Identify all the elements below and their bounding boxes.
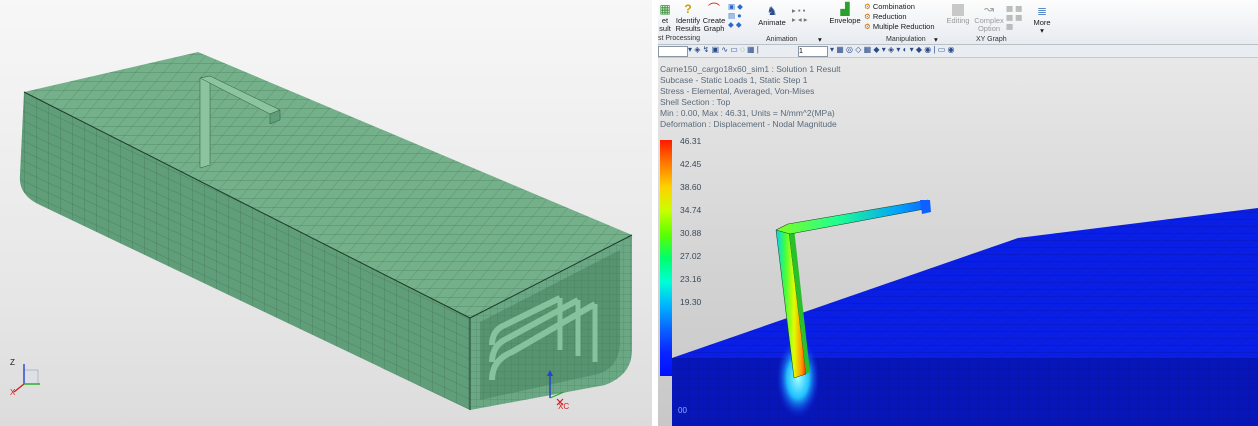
manipulation-group-dropdown[interactable]: ▾ <box>934 35 938 44</box>
wcs-xc-label: XC <box>558 402 570 411</box>
more-button[interactable]: ≣ More ▾ <box>1030 4 1054 35</box>
result-button[interactable]: ▦ et sult <box>658 2 672 33</box>
more-dropdown-icon: ▾ <box>1040 26 1044 35</box>
triad-icon <box>13 364 40 393</box>
hull-mesh-model <box>19 52 633 410</box>
legend-value: 23.16 <box>680 274 702 284</box>
animation-group-label: Animation <box>766 36 798 43</box>
animation-group-dropdown[interactable]: ▾ <box>818 35 822 44</box>
identify-results-button[interactable]: ? Identify Results <box>674 2 702 33</box>
mesh-viewport[interactable]: Z X XC <box>0 0 652 426</box>
triad-x-label: X <box>10 388 16 397</box>
wcs-triad: XC <box>540 368 580 413</box>
results-viewport[interactable]: Carne150_cargo18x60_sim1 : Solution 1 Re… <box>658 58 1258 426</box>
multiple-reduction-icon: ⚙ <box>864 22 871 31</box>
info-line: Subcase - Static Loads 1, Static Step 1 <box>660 75 808 85</box>
reduction-button[interactable]: ⚙ Reduction <box>864 12 907 21</box>
envelope-icon: ▟ <box>840 2 850 16</box>
info-line: Shell Section : Top <box>660 97 731 107</box>
result-icon: ▦ <box>659 2 671 16</box>
animation-controls[interactable]: ▸ ▪ ▪ ▸ ◂ ▸ <box>792 6 807 24</box>
info-line: Min : 0.00, Max : 46.31, Units = N/mm^2(… <box>660 108 835 118</box>
legend-value: 46.31 <box>680 136 702 146</box>
color-legend: 46.31 42.45 38.60 34.74 30.88 27.02 23.1… <box>660 136 720 378</box>
legend-value: 27.02 <box>680 251 702 261</box>
ribbon-bar: ▦ et sult ? Identify Results ⌒ Create Gr… <box>658 0 1258 45</box>
info-line: Carne150_cargo18x60_sim1 : Solution 1 Re… <box>660 64 841 74</box>
combination-button[interactable]: ⚙ Combination <box>864 2 915 11</box>
selection-toolbar: ▾ ◈ ↯ ▣ ∿ ▭ ◌ ▦ | 1 ▾ ▦ ◎ ◇ ▦ ◆ ▾ ◈ ▾ ◐ … <box>658 45 1258 58</box>
graph-icon: ⌒ <box>707 2 720 16</box>
question-icon: ? <box>684 2 692 16</box>
legend-color-bar <box>660 140 672 376</box>
info-line: Stress - Elemental, Averaged, Von-Mises <box>660 86 815 96</box>
more-icon: ≣ <box>1036 4 1048 18</box>
reduction-icon: ⚙ <box>864 12 871 21</box>
legend-value: 30.88 <box>680 228 702 238</box>
editing-button[interactable]: Editing <box>944 4 972 25</box>
post-processing-group-label: st Processing <box>658 35 701 42</box>
complex-option-button[interactable]: ↝ Complex Option <box>974 2 1004 33</box>
combination-icon: ⚙ <box>864 2 871 11</box>
triad-z-label: Z <box>10 358 15 367</box>
create-graph-button[interactable]: ⌒ Create Graph <box>702 2 726 33</box>
envelope-button[interactable]: ▟ Envelope <box>828 2 862 25</box>
xy-graph-small-icons[interactable]: ▦ ▦ ▦ ▦ ▦ <box>1006 4 1022 31</box>
view-triad[interactable]: Z X <box>10 358 46 398</box>
filter-dropdown[interactable] <box>658 46 688 57</box>
viewport-corner-label: 00 <box>678 406 687 415</box>
animate-icon: ♞ <box>766 4 778 18</box>
info-line: Deformation : Displacement - Nodal Magni… <box>660 119 837 129</box>
legend-value: 38.60 <box>680 182 702 192</box>
legend-value: 19.30 <box>680 297 702 307</box>
legend-value: 42.45 <box>680 159 702 169</box>
manipulation-group-label: Manipulation <box>886 36 926 43</box>
animate-button[interactable]: ♞ Animate <box>756 4 788 27</box>
multiple-reduction-button[interactable]: ⚙ Multiple Reduction <box>864 22 935 31</box>
legend-value: 34.74 <box>680 205 702 215</box>
small-tools-icons[interactable]: ▣ ◆ ▤ ● ◆ ◆ <box>728 2 748 29</box>
complex-option-icon: ↝ <box>983 2 995 16</box>
editing-icon <box>952 4 964 16</box>
post-processing-window: ▦ et sult ? Identify Results ⌒ Create Gr… <box>658 0 1258 426</box>
xy-graph-group-label: XY Graph <box>976 36 1007 43</box>
toolbar-icons-2[interactable]: ▾ ▦ ◎ ◇ ▦ ◆ ▾ ◈ ▾ ◐ ▾ ◆ ◉ | ▭ ◉ <box>830 45 955 54</box>
toolbar-icons[interactable]: ▾ ◈ ↯ ▣ ∿ ▭ ◌ ▦ | <box>688 45 759 54</box>
count-field[interactable]: 1 <box>798 46 828 57</box>
